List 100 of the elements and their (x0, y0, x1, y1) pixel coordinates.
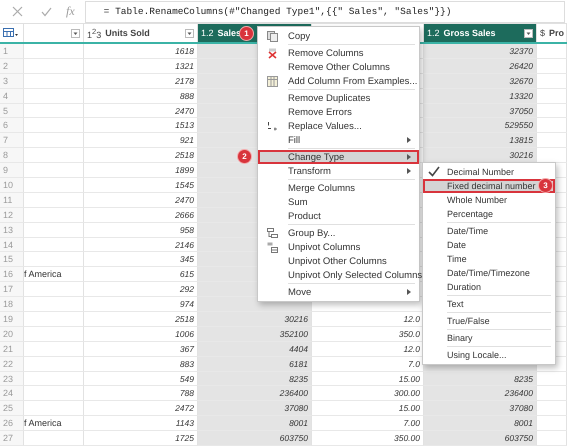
table-cell: 8001 (198, 416, 312, 432)
menu-item[interactable]: Sum (258, 195, 419, 209)
menu-item[interactable]: Remove Columns (258, 46, 419, 60)
table-cell: 26420 (424, 58, 537, 74)
table-icon (267, 76, 278, 86)
menu-item[interactable]: Date/Time/Timezone (423, 266, 555, 280)
row-number: 23 (0, 372, 24, 386)
menu-item[interactable]: Binary (423, 331, 555, 345)
table-cell: 236400 (424, 386, 537, 402)
check-icon[interactable] (41, 6, 52, 16)
row-number: 17 (0, 282, 24, 298)
step-badge: 2 (238, 150, 251, 163)
menu-item[interactable]: Add Column From Examples... (258, 74, 419, 88)
table-cell: 352100 (198, 326, 312, 342)
type-label[interactable]: $ (540, 28, 546, 38)
menu-item[interactable]: Group By... (258, 226, 419, 240)
table-cell: 603750 (424, 431, 537, 446)
menu-item[interactable]: Unpivot Columns (258, 240, 419, 254)
menu-item[interactable]: Remove Duplicates (258, 91, 419, 105)
menu-item[interactable]: Replace Values... (258, 119, 419, 133)
table-cell: 37080 (424, 401, 537, 416)
table-cell: 236400 (198, 386, 312, 402)
table-cell: 13320 (424, 88, 537, 104)
menu-item[interactable]: Date (423, 238, 555, 252)
group-by-icon (267, 228, 278, 238)
row-number: 10 (0, 178, 24, 193)
table-cell: 8001 (424, 416, 537, 432)
menu-item[interactable]: Whole Number (423, 193, 555, 207)
menu-item[interactable]: Fixed decimal number 3 (423, 179, 555, 193)
row-number: 20 (0, 326, 24, 342)
menu-item[interactable]: Decimal Number (423, 165, 555, 179)
table-cell: 30216 (198, 312, 312, 327)
menu-item[interactable]: Using Locale... (423, 348, 555, 362)
menu-item[interactable]: Unpivot Other Columns (258, 254, 419, 268)
dropdown-icon[interactable] (185, 28, 194, 38)
column-title: Units Sold (105, 28, 150, 38)
table-cell: 8235 (424, 372, 537, 386)
dropdown-icon[interactable] (71, 28, 80, 38)
table-cell: 8235 (198, 372, 312, 386)
row-number: 1 (0, 44, 24, 59)
menu-item[interactable]: Merge Columns (258, 181, 419, 195)
row-number: 24 (0, 386, 24, 402)
menu-item[interactable]: Move (258, 285, 419, 299)
menu-item[interactable]: Date/Time (423, 224, 555, 238)
menu-item[interactable]: Remove Other Columns (258, 60, 419, 74)
row-number: 21 (0, 342, 24, 357)
type-label[interactable]: 1.2 (427, 28, 440, 38)
row-number: 12 (0, 208, 24, 223)
menu-item[interactable]: Fill (258, 133, 419, 147)
table-menu-icon[interactable] (3, 28, 19, 38)
row-number: 15 (0, 252, 24, 268)
table-cell: 30216 (424, 148, 537, 164)
table-cell: 603750 (198, 431, 312, 446)
menu-item[interactable]: Text (423, 297, 555, 311)
menu-item[interactable]: Product (258, 209, 419, 223)
row-number: 8 (0, 148, 24, 164)
column-title: Pro (549, 28, 564, 38)
row-number: 9 (0, 163, 24, 178)
menu-item[interactable]: Transform (258, 164, 419, 178)
step-badge: 1 (240, 27, 253, 40)
row-number: 7 (0, 133, 24, 148)
unpivot-icon (267, 242, 278, 252)
remove-column-icon (267, 48, 278, 58)
row-number: 5 (0, 104, 24, 118)
row-number: 4 (0, 88, 24, 104)
row-number: 6 (0, 118, 24, 134)
menu-item[interactable]: Remove Errors (258, 105, 419, 119)
menu-item[interactable]: Time (423, 252, 555, 266)
table-cell: 37050 (424, 104, 537, 118)
column-title: Sales (218, 28, 242, 38)
table-cell: 32670 (424, 74, 537, 89)
row-number: 11 (0, 192, 24, 208)
row-number: 22 (0, 356, 24, 372)
row-number: 25 (0, 401, 24, 416)
table-cell: 13815 (424, 133, 537, 148)
table-cell: 1725 (84, 431, 198, 446)
row-number: 27 (0, 431, 24, 446)
table-cell: f America (24, 267, 84, 282)
column-header[interactable]: $ Pro (537, 24, 567, 42)
type-label[interactable]: 1$^{2}$3 (87, 26, 102, 40)
table-cell: 37080 (198, 401, 312, 416)
table-cell: 4404 (198, 342, 312, 357)
table-cell: 529550 (424, 118, 537, 134)
dropdown-icon[interactable] (524, 28, 533, 38)
menu-item[interactable]: Duration (423, 280, 555, 294)
menu-item[interactable]: True/False (423, 314, 555, 328)
column-title: Gross Sales (444, 28, 496, 38)
row-number: 13 (0, 222, 24, 238)
row-number: 19 (0, 312, 24, 327)
replace-values-icon (267, 120, 278, 132)
formula-field[interactable]: = Table.RenameColumns(#"Changed Type1",{{" Sales", "Sales"}}) (84, 0, 565, 22)
copy-icon (267, 30, 278, 42)
table-cell: 6181 (198, 356, 312, 372)
menu-item[interactable]: Percentage (423, 207, 555, 221)
table-cell: 32370 (424, 44, 537, 59)
row-number: 26 (0, 416, 24, 432)
type-label[interactable]: 1.2 (201, 28, 214, 38)
column-header[interactable]: 1.2 Gross Sales (424, 24, 537, 42)
row-number: 14 (0, 238, 24, 252)
row-number: 2 (0, 58, 24, 74)
